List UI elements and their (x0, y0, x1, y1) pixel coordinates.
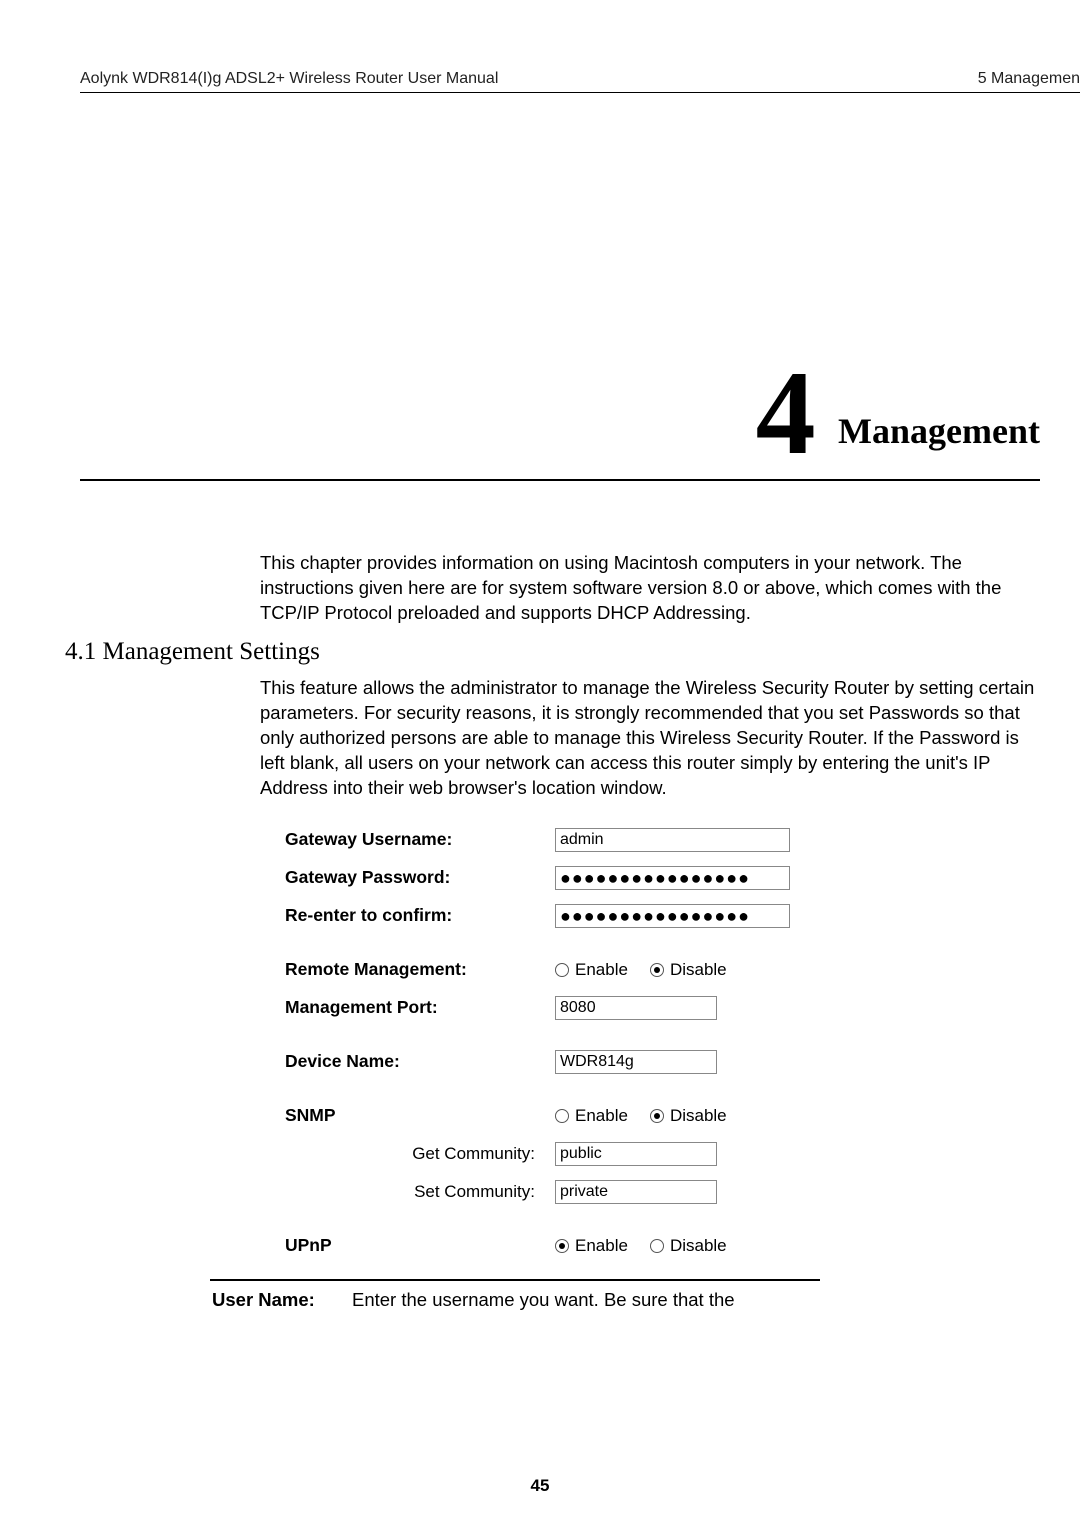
row-device-name: Device Name: (285, 1047, 1040, 1077)
input-gateway-username[interactable] (555, 828, 790, 852)
row-management-port: Management Port: (285, 993, 1040, 1023)
definition-term: User Name: (212, 1289, 352, 1311)
radio-snmp-enable[interactable]: Enable (555, 1106, 628, 1126)
row-upnp: UPnP Enable Disable (285, 1231, 1040, 1261)
radio-label-enable: Enable (575, 1236, 628, 1256)
radio-icon (650, 963, 664, 977)
label-gateway-password: Gateway Password: (285, 867, 555, 888)
radio-icon (650, 1239, 664, 1253)
radio-icon (650, 1109, 664, 1123)
radio-icon (555, 963, 569, 977)
row-set-community: Set Community: (285, 1177, 1040, 1207)
label-get-community: Get Community: (285, 1144, 555, 1164)
radio-label-enable: Enable (575, 1106, 628, 1126)
input-management-port[interactable] (555, 996, 717, 1020)
definition-rule (210, 1279, 820, 1281)
running-header: Aolynk WDR814(I)g ADSL2+ Wireless Router… (80, 70, 1080, 93)
definition-row: User Name: Enter the username you want. … (212, 1289, 1040, 1311)
definition-description: Enter the username you want. Be sure tha… (352, 1289, 1040, 1311)
radio-icon (555, 1109, 569, 1123)
chapter-intro-paragraph: This chapter provides information on usi… (260, 551, 1040, 626)
row-snmp: SNMP Enable Disable (285, 1101, 1040, 1131)
chapter-title: Management (838, 410, 1040, 452)
label-gateway-username: Gateway Username: (285, 829, 555, 850)
radio-upnp-enable[interactable]: Enable (555, 1236, 628, 1256)
label-set-community: Set Community: (285, 1182, 555, 1202)
running-header-right: 5 Managemen (978, 70, 1080, 88)
input-reenter-password[interactable]: ●●●●●●●●●●●●●●●● (555, 904, 790, 928)
radio-upnp-disable[interactable]: Disable (650, 1236, 727, 1256)
row-gateway-password: Gateway Password: ●●●●●●●●●●●●●●●● (285, 863, 1040, 893)
label-remote-management: Remote Management: (285, 959, 555, 980)
radio-icon (555, 1239, 569, 1253)
row-remote-management: Remote Management: Enable Disable (285, 955, 1040, 985)
input-get-community[interactable] (555, 1142, 717, 1166)
label-snmp: SNMP (285, 1105, 555, 1126)
page: Aolynk WDR814(I)g ADSL2+ Wireless Router… (0, 0, 1080, 1526)
radio-label-disable: Disable (670, 960, 727, 980)
radio-label-enable: Enable (575, 960, 628, 980)
page-number: 45 (0, 1476, 1080, 1496)
radio-snmp-disable[interactable]: Disable (650, 1106, 727, 1126)
radio-remote-enable[interactable]: Enable (555, 960, 628, 980)
label-reenter-password: Re-enter to confirm: (285, 905, 555, 926)
row-reenter-password: Re-enter to confirm: ●●●●●●●●●●●●●●●● (285, 901, 1040, 931)
radio-label-disable: Disable (670, 1236, 727, 1256)
section-heading: 4.1 Management Settings (65, 638, 1040, 666)
input-device-name[interactable] (555, 1050, 717, 1074)
chapter-heading: 4 Management (80, 353, 1040, 481)
input-set-community[interactable] (555, 1180, 717, 1204)
radio-remote-disable[interactable]: Disable (650, 960, 727, 980)
label-management-port: Management Port: (285, 997, 555, 1018)
label-device-name: Device Name: (285, 1051, 555, 1072)
row-get-community: Get Community: (285, 1139, 1040, 1169)
label-upnp: UPnP (285, 1235, 555, 1256)
section-body-paragraph: This feature allows the administrator to… (260, 676, 1040, 801)
management-settings-form: Gateway Username: Gateway Password: ●●●●… (285, 825, 1040, 1261)
input-gateway-password[interactable]: ●●●●●●●●●●●●●●●● (555, 866, 790, 890)
running-header-left: Aolynk WDR814(I)g ADSL2+ Wireless Router… (80, 70, 498, 88)
radio-label-disable: Disable (670, 1106, 727, 1126)
chapter-number: 4 (756, 353, 816, 473)
row-gateway-username: Gateway Username: (285, 825, 1040, 855)
